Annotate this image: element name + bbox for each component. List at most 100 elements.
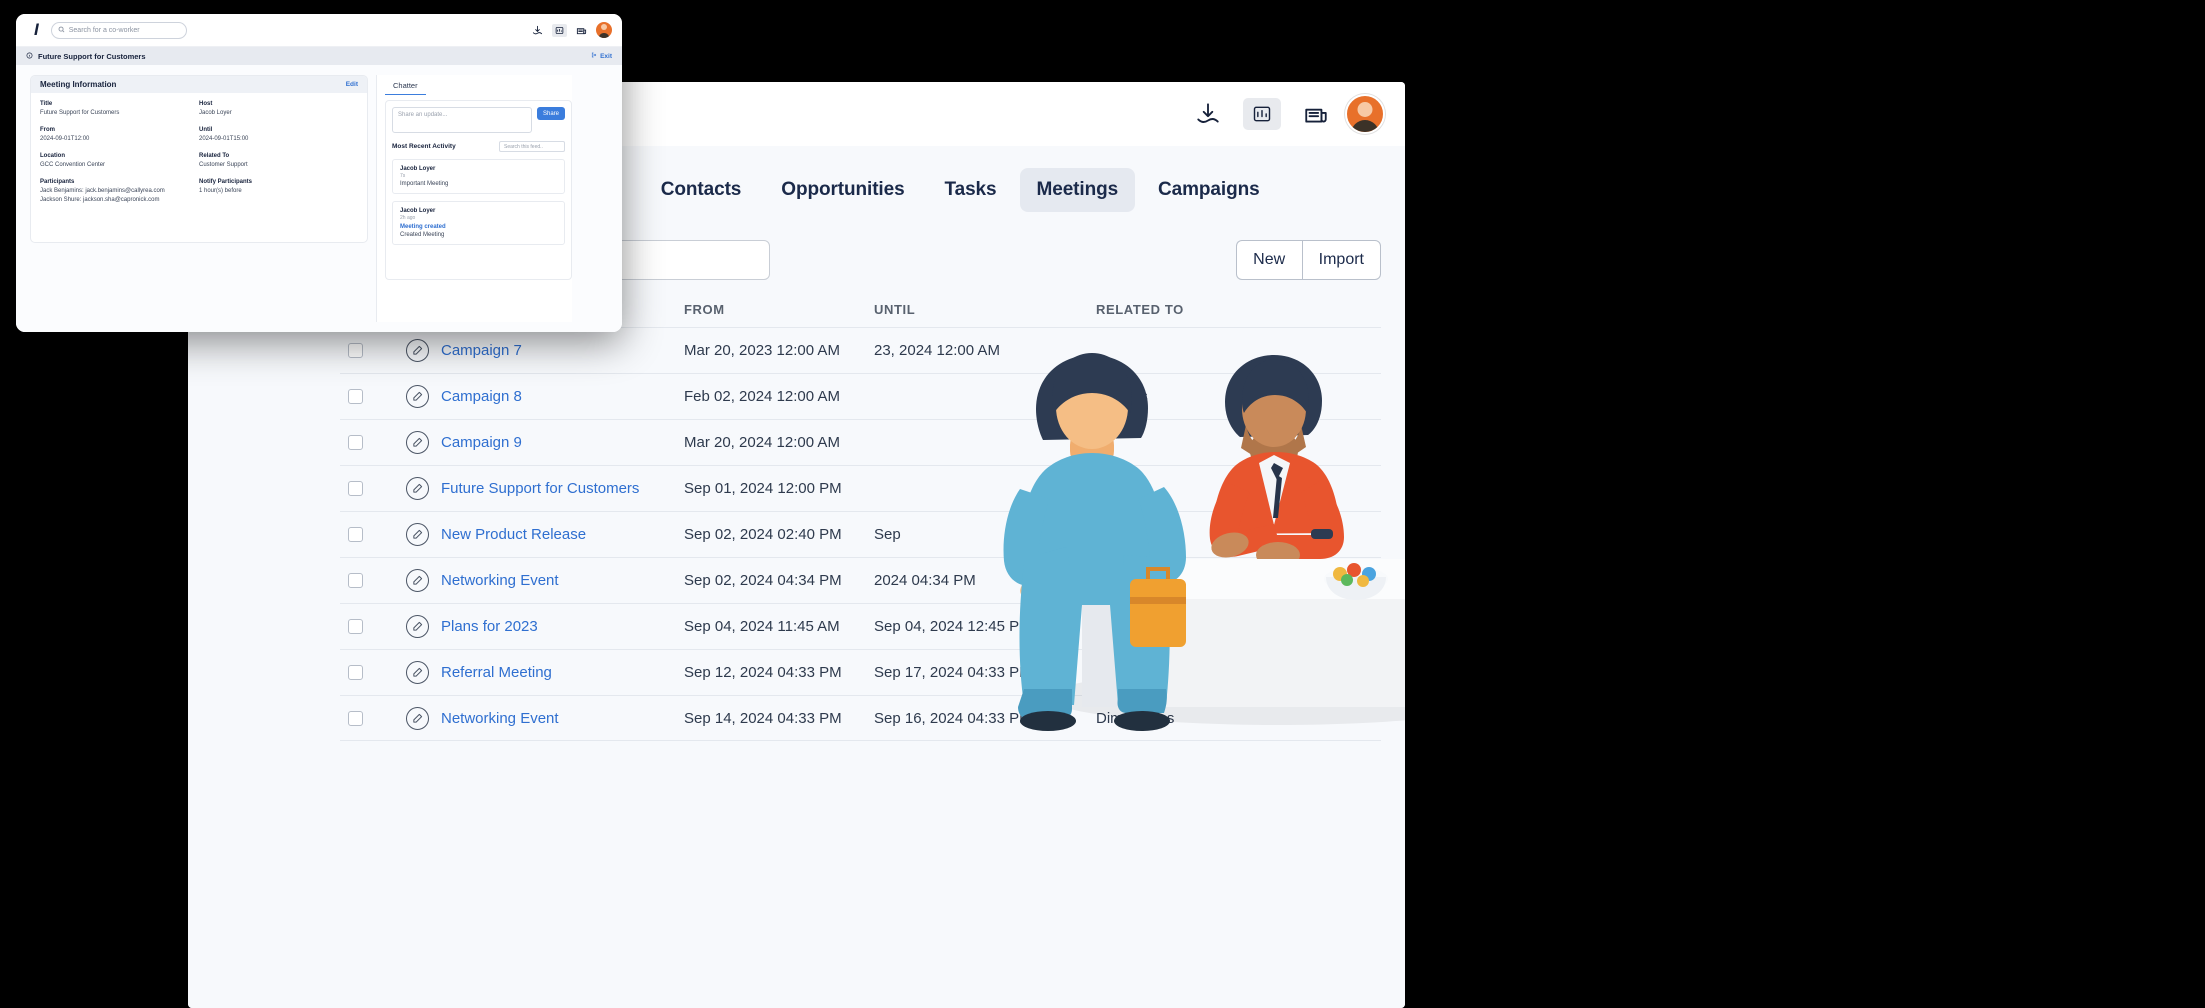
feed-author: Jacob Loyer (400, 208, 557, 214)
row-checkbox[interactable] (348, 343, 363, 358)
edit-record-icon[interactable] (406, 615, 429, 638)
report-icon[interactable] (552, 24, 567, 37)
tab-chatter[interactable]: Chatter (385, 81, 426, 95)
news-icon[interactable] (1301, 99, 1331, 129)
row-checkbox-cell[interactable] (348, 389, 406, 404)
row-checkbox-cell[interactable] (348, 435, 406, 450)
table-row[interactable]: Future Support for Customers Sep 01, 202… (340, 465, 1381, 511)
exit-icon (591, 52, 597, 60)
detail-topbar-icons (531, 22, 622, 38)
row-checkbox-cell[interactable] (348, 343, 406, 358)
row-until: Sep 17, 2024 04:33 PM (874, 664, 1096, 681)
row-related-to: Commercial Press (1096, 618, 1373, 635)
meeting-information-card: Meeting Information Edit Title Future Su… (30, 75, 368, 243)
chatter-inner: Share an update... Share Most Recent Act… (385, 100, 572, 280)
field-value: 1 hour(s) before (199, 187, 358, 196)
share-button[interactable]: Share (537, 107, 565, 120)
nav-tab-campaigns[interactable]: Campaigns (1141, 168, 1277, 212)
row-name-link[interactable]: Campaign 9 (441, 434, 522, 451)
edit-record-icon[interactable] (406, 569, 429, 592)
user-avatar[interactable] (596, 22, 612, 38)
table-row[interactable]: Campaign 9 Mar 20, 2024 12:00 AM (340, 419, 1381, 465)
field-value: 2024-09-01T12:00 (40, 135, 199, 144)
table-row[interactable]: New Product Release Sep 02, 2024 02:40 P… (340, 511, 1381, 557)
edit-button[interactable]: Edit (346, 81, 358, 88)
feed-text: Created Meeting (400, 232, 557, 238)
row-checkbox[interactable] (348, 389, 363, 404)
row-checkbox-cell[interactable] (348, 527, 406, 542)
row-name-link[interactable]: Campaign 7 (441, 342, 522, 359)
row-checkbox[interactable] (348, 573, 363, 588)
row-related-to: ensions (1096, 388, 1373, 405)
feed-title[interactable]: Meeting created (400, 224, 557, 230)
row-checkbox[interactable] (348, 711, 363, 726)
row-checkbox-cell[interactable] (348, 665, 406, 680)
row-checkbox-cell[interactable] (348, 711, 406, 726)
feed-search-input[interactable]: Search this feed.. (499, 141, 565, 152)
row-checkbox[interactable] (348, 619, 363, 634)
meeting-detail-window: I Search for a co-worker (16, 14, 622, 332)
row-name-link[interactable]: Networking Event (441, 572, 559, 589)
nav-tab-contacts[interactable]: Contacts (644, 168, 759, 212)
row-checkbox[interactable] (348, 435, 363, 450)
edit-record-icon[interactable] (406, 477, 429, 500)
share-update-input[interactable]: Share an update... (392, 107, 532, 133)
import-icon[interactable] (1193, 99, 1223, 129)
news-icon[interactable] (575, 24, 588, 37)
detail-window-topbar: I Search for a co-worker (16, 14, 622, 47)
row-until: Sep 16, 2024 04:33 PM (874, 710, 1096, 727)
field-value: 2024-09-01T15:00 (199, 135, 358, 144)
row-checkbox-cell[interactable] (348, 573, 406, 588)
row-until: Sep (874, 526, 1096, 543)
report-icon[interactable] (1243, 98, 1281, 130)
row-checkbox-cell[interactable] (348, 481, 406, 496)
list-item[interactable]: Jacob Loyer 7s Important Meeting (392, 159, 565, 194)
feed-text: Important Meeting (400, 181, 557, 187)
table-row[interactable]: Referral Meeting Sep 12, 2024 04:33 PM S… (340, 649, 1381, 695)
nav-tab-meetings[interactable]: Meetings (1020, 168, 1136, 212)
nav-tab-opportunities[interactable]: Opportunities (764, 168, 921, 212)
row-name-cell: Referral Meeting (406, 661, 684, 684)
app-logo: I (28, 20, 39, 40)
exit-button[interactable]: Exit (591, 52, 612, 60)
table-row[interactable]: Networking Event Sep 02, 2024 04:34 PM 2… (340, 557, 1381, 603)
table-row[interactable]: Campaign 7 Mar 20, 2023 12:00 AM 23, 202… (340, 327, 1381, 373)
row-name-link[interactable]: New Product Release (441, 526, 586, 543)
row-name-link[interactable]: Campaign 8 (441, 388, 522, 405)
meetings-table: FROM UNTIL RELATED TO Campaign 7 Mar 20,… (340, 302, 1381, 741)
edit-record-icon[interactable] (406, 339, 429, 362)
edit-record-icon[interactable] (406, 707, 429, 730)
field-until: Until 2024-09-01T15:00 (199, 127, 358, 144)
row-name-link[interactable]: Future Support for Customers (441, 480, 639, 497)
edit-record-icon[interactable] (406, 523, 429, 546)
row-name-link[interactable]: Networking Event (441, 710, 559, 727)
edit-record-icon[interactable] (406, 385, 429, 408)
edit-record-icon[interactable] (406, 431, 429, 454)
import-icon[interactable] (531, 24, 544, 37)
row-checkbox[interactable] (348, 665, 363, 680)
coworker-search-input[interactable]: Search for a co-worker (51, 22, 187, 39)
exit-label: Exit (600, 53, 612, 60)
import-button[interactable]: Import (1302, 240, 1381, 280)
meeting-card-title: Meeting Information (40, 80, 116, 89)
table-row[interactable]: Networking Event Sep 14, 2024 04:33 PM S… (340, 695, 1381, 741)
edit-record-icon[interactable] (406, 661, 429, 684)
feed-author: Jacob Loyer (400, 166, 557, 172)
row-name-link[interactable]: Referral Meeting (441, 664, 552, 681)
row-name-cell: Campaign 9 (406, 431, 684, 454)
new-button[interactable]: New (1236, 240, 1302, 280)
user-avatar[interactable] (1345, 94, 1385, 134)
row-checkbox[interactable] (348, 481, 363, 496)
meeting-card-header: Meeting Information Edit (31, 76, 367, 93)
row-checkbox-cell[interactable] (348, 619, 406, 634)
share-update-row: Share an update... Share (392, 107, 565, 133)
row-name-link[interactable]: Plans for 2023 (441, 618, 538, 635)
row-name-cell: Campaign 7 (406, 339, 684, 362)
field-label: Participants (40, 179, 199, 185)
list-item[interactable]: Jacob Loyer 2h ago Meeting created Creat… (392, 201, 565, 245)
table-row[interactable]: Campaign 8 Feb 02, 2024 12:00 AM ensions (340, 373, 1381, 419)
table-row[interactable]: Plans for 2023 Sep 04, 2024 11:45 AM Sep… (340, 603, 1381, 649)
row-from: Sep 14, 2024 04:33 PM (684, 710, 874, 727)
nav-tab-tasks[interactable]: Tasks (928, 168, 1014, 212)
row-checkbox[interactable] (348, 527, 363, 542)
